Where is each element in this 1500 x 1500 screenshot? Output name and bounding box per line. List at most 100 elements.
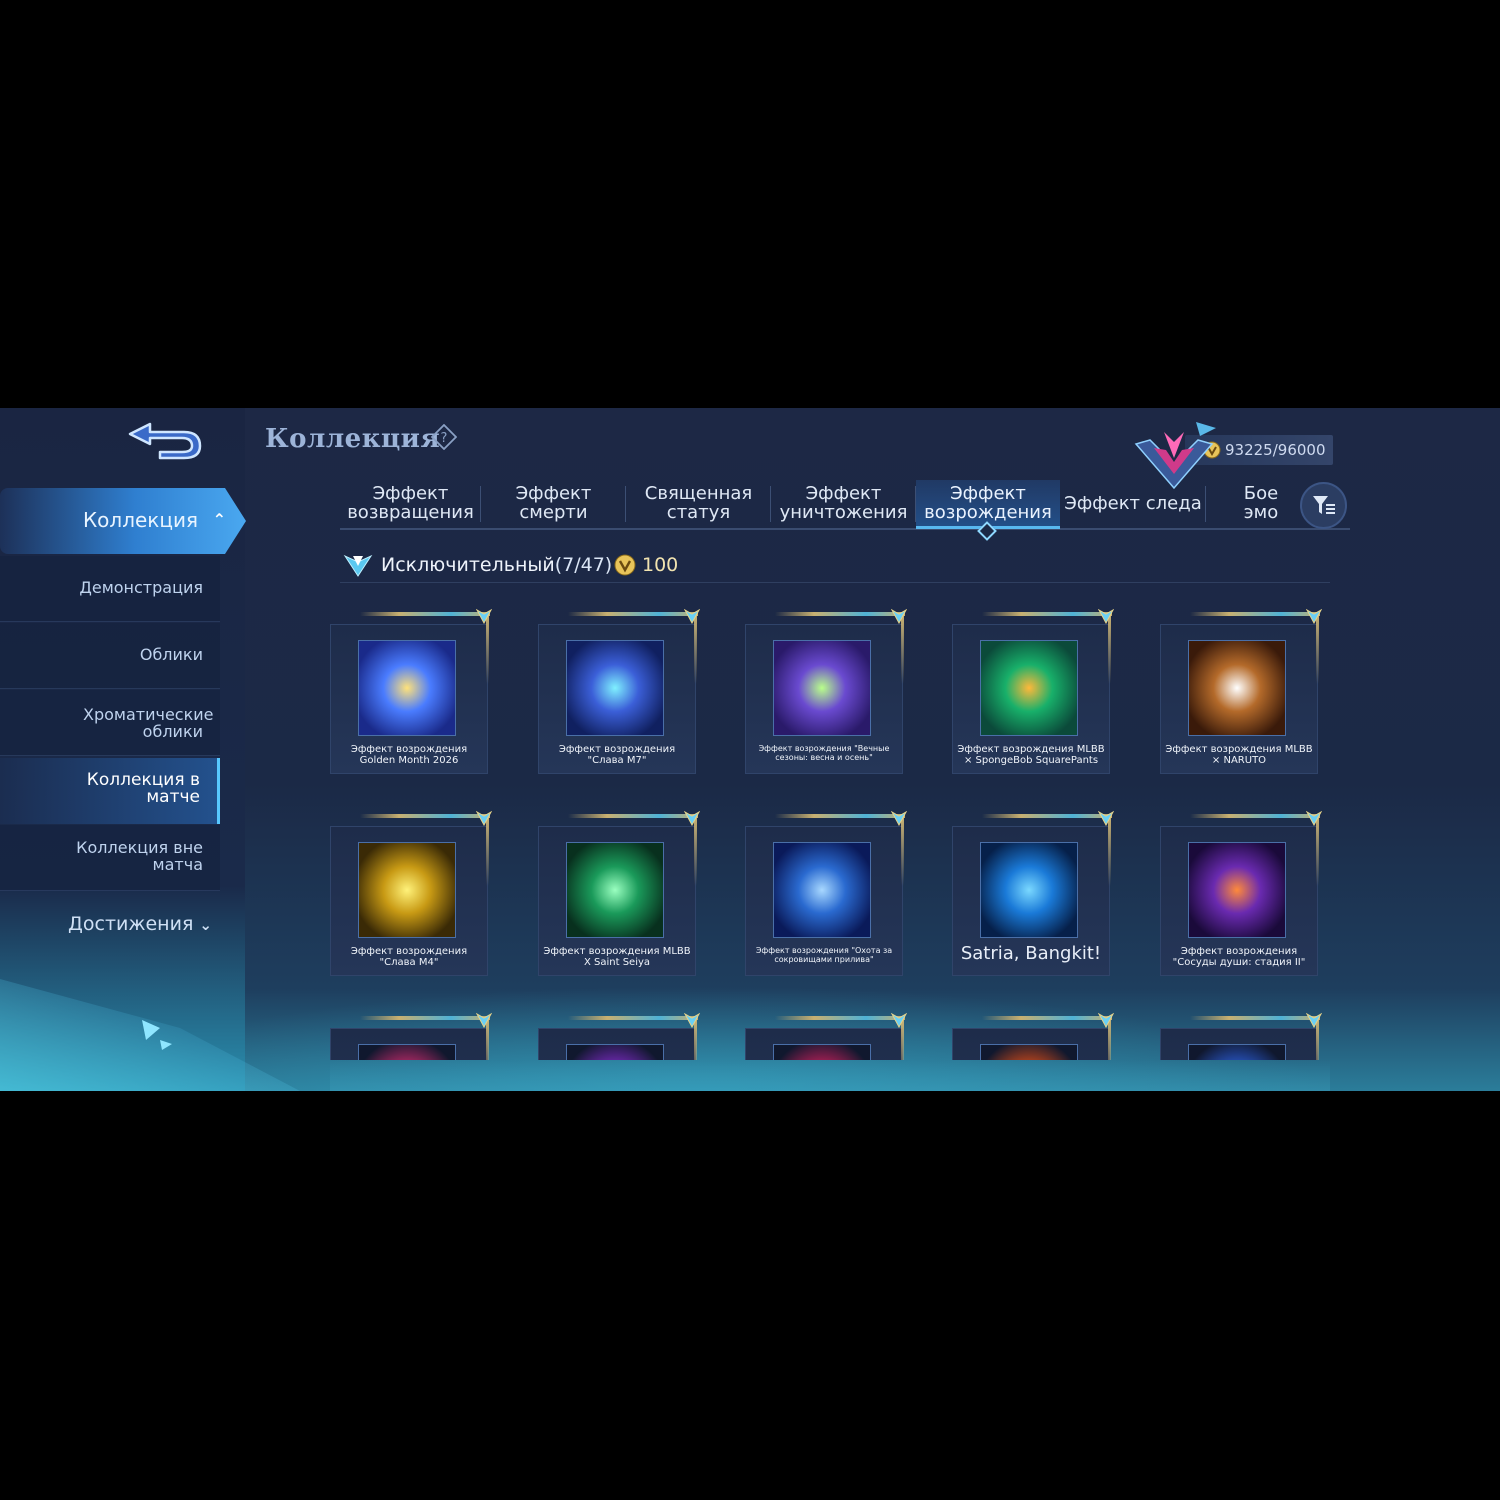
- diamond-rank-icon: [343, 554, 373, 577]
- effect-card[interactable]: Satria, Bangkit!: [952, 810, 1114, 976]
- effect-name: Эффект возрождения Golden Month 2026: [334, 744, 484, 766]
- tab-label-line1: Эффект: [950, 483, 1026, 504]
- effect-card[interactable]: [745, 1012, 907, 1060]
- tab-label-line2: статуя: [666, 502, 731, 523]
- filter-button[interactable]: [1300, 482, 1347, 529]
- diamond-rank-icon: [891, 1012, 907, 1028]
- effect-card[interactable]: Эффект возрождения Golden Month 2026: [330, 608, 492, 774]
- card-frame-trim: [360, 1016, 490, 1020]
- diamond-rank-icon: [1098, 608, 1114, 624]
- effect-preview-image: [773, 842, 871, 938]
- sidebar-item-label: Демонстрация: [79, 578, 203, 597]
- rarity-count: (7/47): [554, 554, 613, 576]
- sidebar-item-label: Облики: [139, 645, 203, 664]
- card-frame-trim: [1190, 612, 1320, 616]
- tab-death-effect[interactable]: Эффект смерти: [481, 480, 626, 526]
- effect-name-line2: "Слава M4": [379, 957, 439, 968]
- effect-card[interactable]: [952, 1012, 1114, 1060]
- diamond-rank-icon: [891, 810, 907, 826]
- effect-name: Эффект возрождения "Вечные сезоны: весна …: [749, 744, 899, 762]
- effect-name-line2: сезоны: весна и осень": [775, 753, 873, 762]
- effect-name-line1: Эффект возрождения: [350, 946, 468, 957]
- effect-preview-image: [566, 842, 664, 938]
- sidebar-achievements[interactable]: Достижения ⌄: [0, 913, 230, 935]
- diamond-rank-icon: [1098, 810, 1114, 826]
- rarity-title: Исключительный(7/47): [381, 554, 612, 576]
- card-frame-trim: [1108, 816, 1111, 886]
- card-frame-trim: [360, 612, 490, 616]
- tab-label-line1: Эффект: [372, 483, 449, 504]
- card-frame-trim: [694, 816, 697, 886]
- card-frame-trim: [568, 1016, 698, 1020]
- card-frame-trim: [982, 814, 1112, 818]
- tab-trail-effect[interactable]: Эффект следа: [1060, 480, 1206, 526]
- sidebar-item-chroma-skins[interactable]: Хроматические облики: [0, 690, 220, 756]
- tab-respawn-effect[interactable]: Эффект возвращения: [340, 480, 481, 526]
- tab-label-line2: эмо: [1243, 502, 1279, 523]
- diamond-rank-icon: [684, 810, 700, 826]
- effect-preview-image: [980, 640, 1078, 736]
- sidebar-collection-tab[interactable]: Коллекция ⌃: [0, 488, 246, 554]
- effect-name-line2: "Сосуды души: стадия II": [1172, 957, 1306, 968]
- effect-preview-image: [773, 640, 871, 736]
- effect-card[interactable]: Эффект возрождения MLBB × SpongeBob Squar…: [952, 608, 1114, 774]
- effect-preview-image: [773, 1044, 871, 1060]
- back-arrow-icon[interactable]: [120, 416, 210, 462]
- effect-card[interactable]: Эффект возрождения "Вечные сезоны: весна …: [745, 608, 907, 774]
- card-frame-trim: [1190, 1016, 1320, 1020]
- tab-label-line2: возвращения: [347, 502, 474, 523]
- effect-preview-image: [566, 640, 664, 736]
- effect-card[interactable]: Эффект возрождения "Слава M4": [330, 810, 492, 976]
- sidebar-item-in-match-collection[interactable]: Коллекция в матче: [0, 758, 220, 824]
- rarity-name: Исключительный: [381, 554, 555, 576]
- card-frame-trim: [901, 816, 904, 886]
- effect-card[interactable]: Эффект возрождения MLBB X Saint Seiya: [538, 810, 700, 976]
- card-frame-trim: [694, 614, 697, 684]
- effect-preview-image: [980, 842, 1078, 938]
- card-frame-trim: [486, 614, 489, 684]
- diamond-rank-icon: [891, 608, 907, 624]
- effect-name: Satria, Bangkit!: [956, 944, 1106, 964]
- card-frame-trim: [775, 612, 905, 616]
- effect-name: Эффект возрождения MLBB × NARUTO: [1164, 744, 1314, 766]
- diamond-rank-icon: [1098, 1012, 1114, 1028]
- tab-elimination-effect[interactable]: Эффект уничтожения: [771, 480, 916, 526]
- tab-label-line1: Эффект: [515, 483, 592, 504]
- sidebar-item-skins[interactable]: Облики: [0, 623, 220, 689]
- effect-preview-image: [358, 1044, 456, 1060]
- effect-name-line1: Эффект возрождения "Вечные: [758, 744, 890, 753]
- card-frame-trim: [486, 816, 489, 886]
- help-icon[interactable]: ?: [431, 424, 457, 450]
- effect-card[interactable]: Эффект возрождения MLBB × NARUTO: [1160, 608, 1322, 774]
- diamond-rank-icon: [476, 810, 492, 826]
- diamond-rank-icon: [1306, 608, 1322, 624]
- tab-label-line1: Эффект следа: [1064, 492, 1202, 514]
- card-frame-trim: [1316, 614, 1319, 684]
- effect-card[interactable]: [538, 1012, 700, 1060]
- effect-name: Эффект возрождения "Сосуды души: стадия I…: [1164, 946, 1314, 968]
- effect-name-line1: Эффект возрождения MLBB: [543, 946, 691, 957]
- chevron-up-icon: ⌃: [212, 510, 226, 529]
- sidebar-item-showcase[interactable]: Демонстрация: [0, 556, 220, 622]
- diamond-rank-icon: [684, 608, 700, 624]
- card-frame-trim: [901, 614, 904, 684]
- bottom-fade: [330, 1060, 1330, 1091]
- category-tabs: Эффект возвращения Эффект смерти Священная…: [340, 480, 1350, 541]
- triangle-decoration-icon: [142, 1020, 172, 1050]
- effect-name-line1: Эффект возрождения: [350, 744, 468, 755]
- tab-label-line1: Эффект: [805, 483, 882, 504]
- sidebar-item-out-of-match-collection[interactable]: Коллекция вне матча: [0, 825, 220, 891]
- tab-sacred-statue[interactable]: Священная статуя: [626, 480, 771, 526]
- effect-card[interactable]: Эффект возрождения "Охота за сокровищами …: [745, 810, 907, 976]
- effect-name: Эффект возрождения MLBB X Saint Seiya: [542, 946, 692, 968]
- effect-card[interactable]: [330, 1012, 492, 1060]
- card-frame-trim: [568, 814, 698, 818]
- effect-preview-image: [1188, 842, 1286, 938]
- effect-card[interactable]: [1160, 1012, 1322, 1060]
- effect-preview-image: [1188, 640, 1286, 736]
- collection-points-value: 93225/96000: [1225, 441, 1326, 459]
- effect-name-line2: × SpongeBob SquarePants: [963, 755, 1099, 766]
- effect-card[interactable]: Эффект возрождения "Слава M7": [538, 608, 700, 774]
- filter-icon: [1313, 496, 1335, 514]
- effect-card[interactable]: Эффект возрождения "Сосуды души: стадия I…: [1160, 810, 1322, 976]
